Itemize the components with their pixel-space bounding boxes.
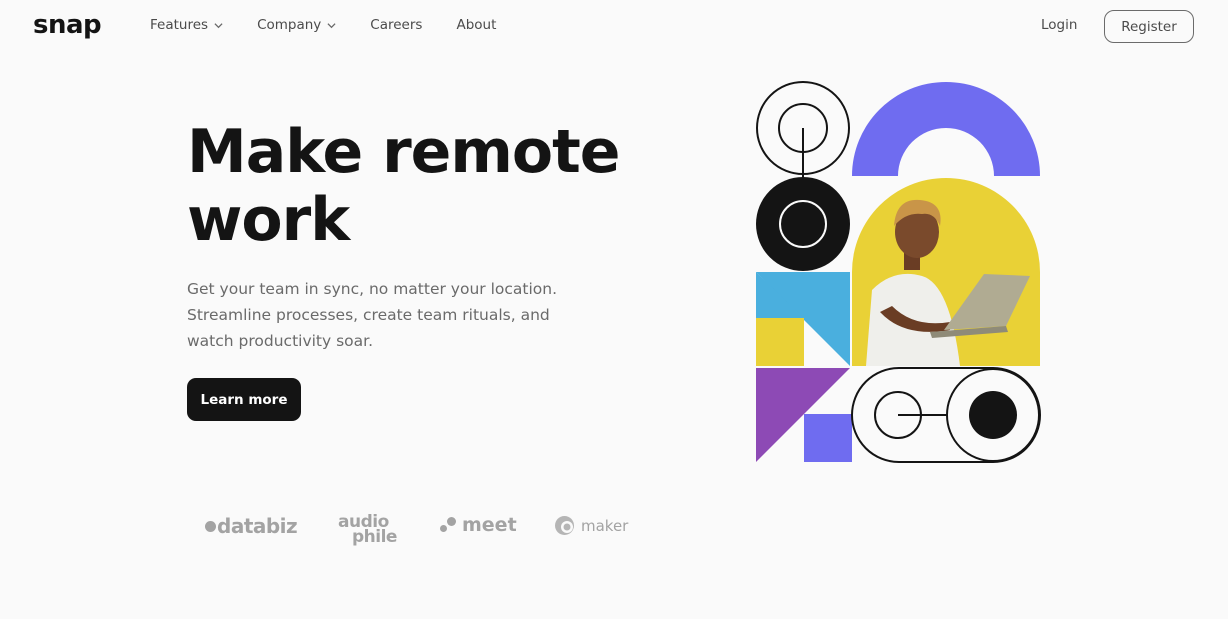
- nav-item-label: About: [456, 17, 497, 33]
- nav-item-about[interactable]: About: [456, 17, 496, 33]
- black-circle-shape: [756, 177, 850, 271]
- logo[interactable]: snap: [33, 10, 102, 40]
- hero-text-line: watch productivity soar.: [187, 332, 374, 350]
- nav-item-label: Company: [257, 17, 322, 33]
- client-logo-databiz: databiz: [205, 514, 298, 538]
- main-nav: Features Company Careers About: [150, 17, 530, 33]
- hero-illustration: [756, 81, 1041, 463]
- register-button[interactable]: Register: [1104, 10, 1194, 43]
- chevron-down-icon: [214, 22, 223, 28]
- purple-square-shape: [804, 414, 852, 462]
- hero-title: Make remote work: [187, 118, 647, 254]
- client-logo-audiophile: audio phile: [338, 514, 397, 547]
- nav-item-company[interactable]: Company: [257, 17, 336, 33]
- yellow-square-shape: [756, 318, 804, 366]
- hero-description: Get your team in sync, no matter your lo…: [187, 276, 567, 354]
- nav-item-careers[interactable]: Careers: [370, 17, 422, 33]
- login-link[interactable]: Login: [1041, 17, 1077, 33]
- nav-item-label: Features: [150, 17, 209, 33]
- person-photo: [852, 178, 1040, 366]
- client-logo-meet: meet: [440, 514, 517, 536]
- client-logo-maker: maker: [554, 515, 628, 536]
- capsule-shape: [851, 367, 1041, 463]
- purple-arch-shape: [852, 82, 1040, 176]
- client-name: meet: [462, 514, 517, 536]
- hero-text-line: Streamline processes, create team ritual…: [187, 306, 550, 324]
- hero-title-line: Make remote: [187, 117, 620, 187]
- nav-item-label: Careers: [370, 17, 423, 33]
- meet-dots-icon: [440, 517, 456, 533]
- nav-item-features[interactable]: Features: [150, 17, 223, 33]
- landing-page: snap Features Company Careers About Logi…: [0, 0, 1228, 619]
- databiz-dot-icon: [205, 520, 216, 532]
- client-name: phile: [352, 527, 397, 547]
- hero-title-line: work: [187, 185, 350, 255]
- chevron-down-icon: [327, 22, 336, 28]
- outline-circle-shape: [756, 81, 850, 178]
- learn-more-button[interactable]: Learn more: [187, 378, 301, 421]
- client-name: databiz: [217, 514, 298, 538]
- maker-logo-icon: [555, 516, 574, 535]
- client-name: maker: [581, 516, 629, 535]
- hero-text-line: Get your team in sync, no matter your lo…: [187, 280, 558, 298]
